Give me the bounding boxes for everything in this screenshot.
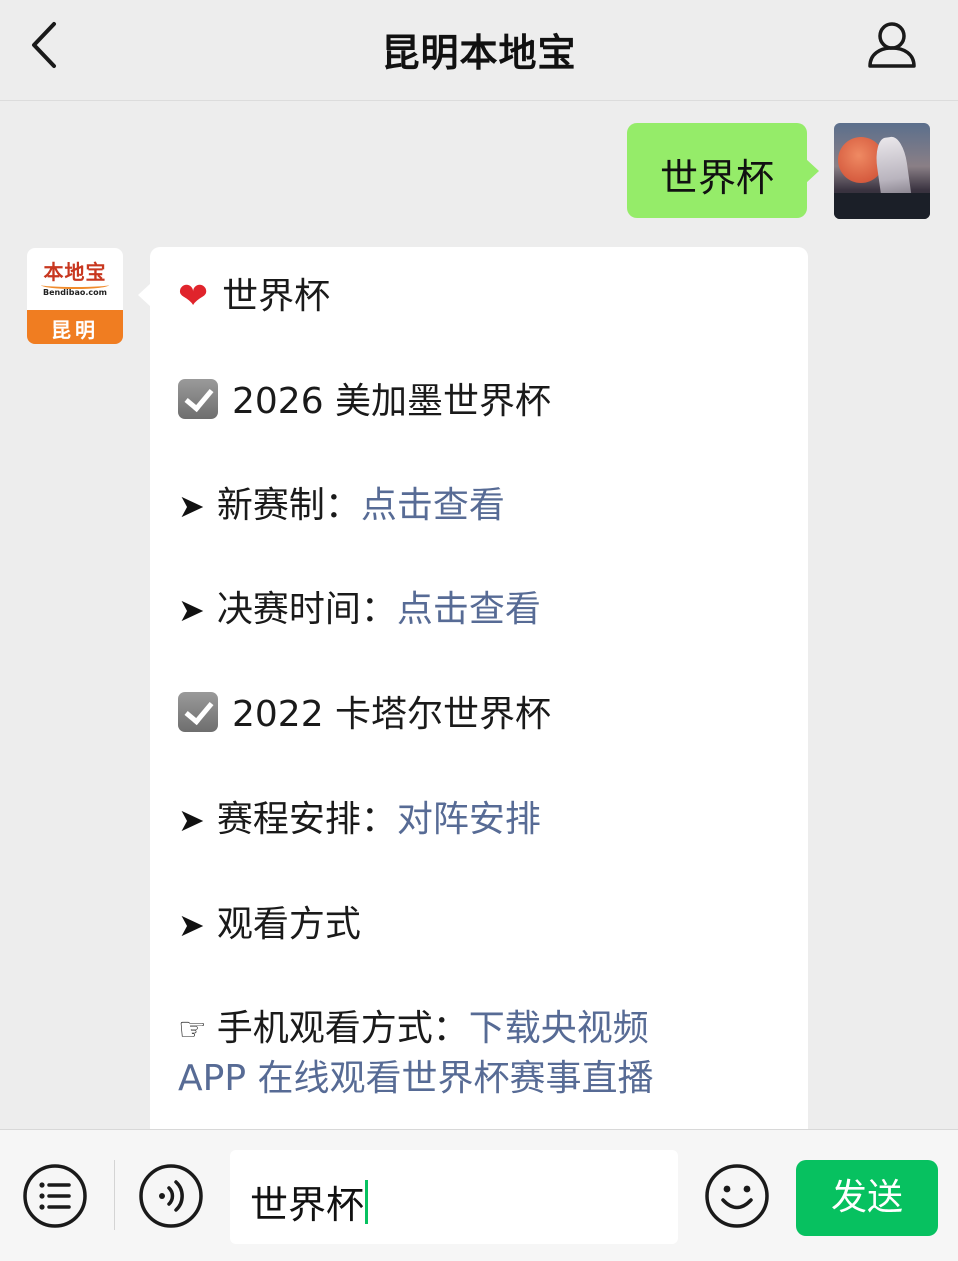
message-text: 手机观看方式： <box>216 1008 469 1049</box>
list-item-continuation: APP 在线观看世界杯赛事直播 <box>178 1057 654 1101</box>
list-item: ➤ 决赛时间：点击查看 <box>178 588 541 632</box>
list-item: ➤ 观看方式 <box>178 903 361 947</box>
page-title: 昆明本地宝 <box>381 31 577 75</box>
link-match-schedule[interactable]: 对阵安排 <box>397 799 541 840</box>
list-item: ❤ 世界杯 <box>178 275 330 319</box>
check-box-icon <box>178 692 218 732</box>
message-text: 新赛制： <box>216 485 361 526</box>
input-bar: 世界杯 发送 <box>0 1129 958 1261</box>
list-menu-icon[interactable] <box>22 1163 88 1229</box>
list-item: ➤ 新赛制：点击查看 <box>178 484 505 528</box>
bot-avatar-city-band: 昆明 <box>27 310 123 344</box>
list-item: 2022 卡塔尔世界杯 <box>178 692 551 737</box>
user-avatar[interactable] <box>834 123 930 219</box>
text-caret <box>365 1180 369 1224</box>
message-input-value: 世界杯 <box>250 1183 365 1227</box>
person-icon[interactable] <box>864 16 920 72</box>
list-item: ☞ 手机观看方式：下载央视频 <box>178 1007 649 1051</box>
link-download-app[interactable]: 下载央视频 <box>469 1008 649 1049</box>
bot-city-label: 昆明 <box>51 318 99 342</box>
avatar-ground-graphic <box>834 193 930 219</box>
incoming-message-bubble[interactable]: ❤ 世界杯 2026 美加墨世界杯 ➤ 新赛制：点击查看 ➤ 决赛时间：点击查看 20… <box>138 247 808 1129</box>
smile-icon[interactable] <box>704 1163 770 1229</box>
arrow-right-icon: ➤ <box>178 487 205 525</box>
message-text: 2026 美加墨世界杯 <box>232 381 552 422</box>
message-text: 世界杯 <box>222 276 331 317</box>
link-new-format[interactable]: 点击查看 <box>361 485 505 526</box>
divider <box>114 1160 115 1230</box>
link-final-time[interactable]: 点击查看 <box>397 589 541 630</box>
message-text: 赛程安排： <box>216 799 397 840</box>
arrow-right-icon: ➤ <box>178 801 205 839</box>
message-text: 决赛时间： <box>216 589 397 630</box>
top-nav-bar: 昆明本地宝 <box>0 0 958 101</box>
heart-icon: ❤ <box>178 276 209 317</box>
outgoing-message-text: 世界杯 <box>659 156 774 200</box>
list-item: ➤ 赛程安排：对阵安排 <box>178 798 541 842</box>
bot-avatar[interactable]: 本地宝 Bendibao.com 昆明 <box>27 248 123 344</box>
link-download-app-line2[interactable]: APP 在线观看世界杯赛事直播 <box>178 1058 654 1099</box>
message-text: 观看方式 <box>216 904 361 945</box>
send-button[interactable]: 发送 <box>796 1160 938 1236</box>
arrow-right-icon: ➤ <box>178 906 205 944</box>
message-text: 2022 卡塔尔世界杯 <box>232 694 552 735</box>
message-input-text: 世界杯 <box>250 1174 369 1229</box>
outgoing-message-bubble[interactable]: 世界杯 <box>627 123 819 218</box>
check-box-icon <box>178 379 218 419</box>
bot-avatar-logo-area: 本地宝 Bendibao.com <box>27 248 123 310</box>
list-item: 2026 美加墨世界杯 <box>178 379 551 424</box>
arrow-right-icon: ➤ <box>178 591 205 629</box>
chat-area[interactable]: 世界杯 本地宝 Bendibao.com 昆明 ❤ 世界杯 2026 美加墨世界杯… <box>0 101 958 1129</box>
pointing-hand-icon: ☞ <box>178 1010 207 1048</box>
voice-icon[interactable] <box>138 1163 204 1229</box>
message-input[interactable]: 世界杯 <box>230 1150 678 1244</box>
bot-domain-logo: Bendibao.com <box>43 288 107 297</box>
